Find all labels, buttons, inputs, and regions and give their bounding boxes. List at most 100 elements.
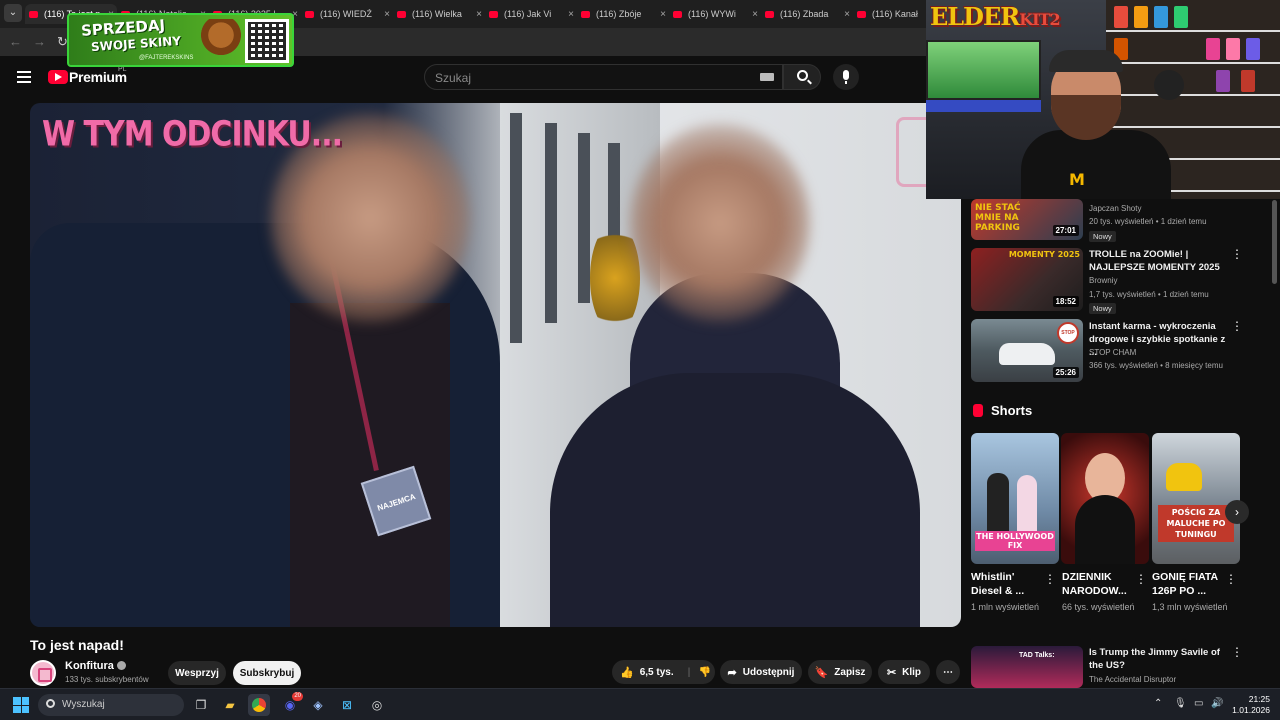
browser-tab-title: (116) WYWi	[688, 9, 736, 19]
related-channel-1[interactable]: Japczan Shoty	[1089, 204, 1141, 213]
like-count[interactable]: 6,5 tys.	[640, 667, 674, 678]
short-title-2[interactable]: DZIENNIK NARODOW...	[1062, 570, 1138, 598]
obs-icon[interactable]: ◎	[366, 694, 388, 716]
browser-tab[interactable]: (116) Zbada ×	[761, 4, 853, 24]
more-actions-button[interactable]: ⋯	[936, 660, 960, 684]
keyboard-icon[interactable]	[760, 73, 774, 81]
tray-overflow-icon[interactable]: ⌃	[1154, 698, 1162, 709]
more-options-icon[interactable]: ⋮	[1135, 573, 1147, 585]
related-thumbnail-2[interactable]: MOMENTY 2025 18:52	[971, 248, 1083, 311]
windows-start-icon[interactable]	[13, 697, 29, 713]
bookmark-icon: 🔖	[814, 666, 829, 679]
related-title-4[interactable]: Is Trump the Jimmy Savile of the US?	[1089, 646, 1227, 672]
short-views-2: 66 tys. wyświetleń	[1062, 602, 1135, 612]
microphone-tray-icon[interactable]: 🎙	[1174, 698, 1187, 709]
subscriber-count: 133 tys. subskrybentów	[65, 675, 149, 684]
youtube-favicon-icon	[581, 10, 590, 18]
network-icon[interactable]: ▭	[1194, 698, 1203, 709]
search-input[interactable]: Szukaj	[424, 64, 783, 90]
short-thumbnail-3[interactable]: POŚCIG ZA MALUCHE PO TUNINGU	[1152, 433, 1240, 564]
streamer-webcam: M ELDERKIT2	[926, 0, 1280, 199]
tab-search-dropdown-icon[interactable]: ⌄	[4, 4, 22, 22]
more-options-icon[interactable]: ⋮	[1044, 573, 1056, 585]
shorts-title: Shorts	[991, 403, 1033, 418]
more-options-icon[interactable]: ⋮	[1225, 573, 1237, 585]
browser-tab-title: (116) Jak Vi	[504, 9, 552, 19]
back-arrow-icon[interactable]: ←	[9, 34, 22, 49]
browser-tab[interactable]: (116) Wielka ×	[393, 4, 485, 24]
task-view-icon[interactable]: ❐	[190, 694, 212, 716]
youtube-logo-icon[interactable]	[48, 70, 68, 84]
chrome-icon[interactable]	[248, 694, 270, 716]
forward-arrow-icon[interactable]: →	[33, 34, 46, 49]
voice-search-mic-icon[interactable]	[833, 64, 859, 90]
file-explorer-icon[interactable]: ▰	[219, 694, 241, 716]
short-thumbnail-2[interactable]	[1061, 433, 1149, 564]
clip-button[interactable]: ✂ Klip	[878, 660, 930, 684]
close-tab-icon[interactable]: ×	[657, 9, 669, 20]
youtube-favicon-icon	[29, 10, 38, 18]
short-thumbnail-1[interactable]: THE HOLLYWOOD FIX	[971, 433, 1059, 564]
region-code: PL	[118, 66, 127, 73]
windows-taskbar: Wyszukaj ❐ ▰ ◉ 20 ◈ ⊠ ◎ ⌃ 🎙 ▭ 🔊 21:25 1.01…	[0, 688, 1280, 720]
close-tab-icon[interactable]: ×	[841, 9, 853, 20]
related-channel-4[interactable]: The Accidental Disruptor	[1089, 675, 1176, 684]
thumbs-down-icon[interactable]: 👎	[698, 667, 710, 678]
short-title-1[interactable]: Whistlin' Diesel & ...	[971, 570, 1047, 598]
more-options-icon[interactable]: ⋮	[1231, 320, 1243, 332]
sidebar-scrollbar[interactable]	[1272, 200, 1277, 284]
related-channel-2[interactable]: Browniy	[1089, 276, 1117, 285]
video-player[interactable]: NAJEMCA W TYM ODCINKU...	[30, 103, 961, 627]
volume-icon[interactable]: 🔊	[1211, 698, 1223, 709]
browser-tab[interactable]: (116) Zbóje ×	[577, 4, 669, 24]
short-views-3: 1,3 mln wyświetleń	[1152, 602, 1228, 612]
channel-name-row[interactable]: Konfitura	[65, 660, 126, 672]
browser-tab[interactable]: (116) Jak Vi ×	[485, 4, 577, 24]
close-tab-icon[interactable]: ×	[473, 9, 485, 20]
save-button[interactable]: 🔖 Zapisz	[808, 660, 872, 684]
shirt-logo-icon: M	[1069, 170, 1085, 189]
shorts-header: Shorts	[973, 403, 1032, 418]
share-button[interactable]: ➦ Udostępnij	[720, 660, 802, 684]
youtube-favicon-icon	[673, 10, 682, 18]
aquarium	[926, 40, 1041, 100]
taskbar-search[interactable]: Wyszukaj	[38, 694, 184, 716]
related-thumbnail-3[interactable]: STOP CHAM 25:26	[971, 319, 1083, 382]
related-channel-3[interactable]: STOP CHAM	[1089, 348, 1136, 357]
thumbs-up-icon[interactable]: 👍	[620, 666, 634, 679]
search-button[interactable]	[783, 64, 821, 90]
short-title-3[interactable]: GONIĘ FIATA 126P PO ...	[1152, 570, 1228, 598]
browser-tab[interactable]: (116) WYWi ×	[669, 4, 761, 24]
channel-name[interactable]: Konfitura	[65, 660, 114, 672]
streamer-logo-b: KIT2	[1019, 10, 1060, 29]
thumbnail-text-4: TAD Talks:	[1019, 652, 1055, 659]
close-tab-icon[interactable]: ×	[381, 9, 393, 20]
related-thumbnail-1[interactable]: NIE STAĆ MNIE NA PARKING 27:01	[971, 199, 1083, 240]
more-options-icon[interactable]: ⋮	[1231, 248, 1243, 260]
subscribe-button[interactable]: Subskrybuj	[233, 661, 301, 685]
related-title-2[interactable]: TROLLE na ZOOMie! | NAJLEPSZE MOMENTY 20…	[1089, 248, 1227, 274]
terminal-app-icon[interactable]: ⊠	[336, 694, 358, 716]
blurred-face-right	[630, 123, 810, 323]
more-options-icon[interactable]: ⋮	[1231, 646, 1243, 658]
share-icon: ➦	[727, 666, 737, 679]
discord-icon[interactable]: ◉ 20	[279, 692, 303, 716]
steam-icon[interactable]: ◈	[307, 694, 329, 716]
close-tab-icon[interactable]: ×	[565, 9, 577, 20]
menu-icon[interactable]	[17, 71, 31, 83]
short-caption-3: POŚCIG ZA MALUCHE PO TUNINGU	[1158, 505, 1234, 542]
discord-notification-badge: 20	[292, 692, 303, 701]
close-tab-icon[interactable]: ×	[749, 9, 761, 20]
browser-tab[interactable]: (116) WIEDŹ ×	[301, 4, 393, 24]
youtube-favicon-icon	[489, 10, 498, 18]
streamer-body	[1021, 130, 1171, 199]
channel-avatar[interactable]	[30, 660, 56, 686]
taskbar-clock[interactable]: 21:25 1.01.2026	[1232, 694, 1270, 716]
shorts-next-arrow-icon[interactable]: ›	[1225, 500, 1249, 524]
youtube-favicon-icon	[397, 10, 406, 18]
support-button[interactable]: Wesprzyj	[168, 661, 226, 685]
youtube-favicon-icon	[765, 10, 774, 18]
short-views-1: 1 mln wyświetleń	[971, 602, 1040, 612]
related-thumbnail-4[interactable]: TAD Talks:	[971, 646, 1083, 688]
save-label: Zapisz	[834, 666, 866, 678]
